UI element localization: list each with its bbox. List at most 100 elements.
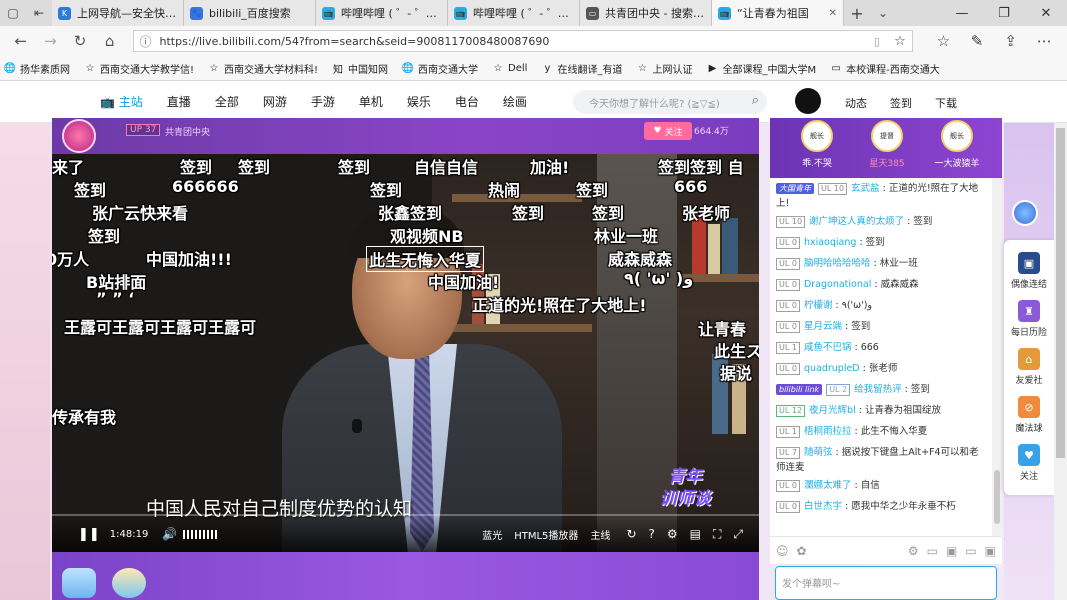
chat-username[interactable]: hxiaoqiang: [804, 237, 856, 248]
favorite-link[interactable]: ☆ 西南交通大学教学信!: [84, 61, 195, 76]
favorite-link[interactable]: ☆ Dell: [492, 62, 528, 74]
side-menu-item[interactable]: ♜ 每日历险: [1004, 300, 1054, 338]
danmaku-settings-icon[interactable]: ⚙: [667, 527, 678, 541]
close-window-button[interactable]: ✕: [1025, 0, 1067, 26]
help-icon[interactable]: ?: [649, 527, 655, 541]
minimize-button[interactable]: —: [941, 0, 983, 26]
popout-tool-icon[interactable]: ▣: [946, 544, 957, 558]
nav-download-link[interactable]: 下载: [935, 95, 957, 111]
browser-tab[interactable]: K 上网导航—安全快捷的I: [52, 0, 184, 26]
nav-link[interactable]: 网游: [263, 93, 287, 110]
favorite-link[interactable]: ▶ 全部课程_中国大学M: [706, 61, 817, 76]
search-icon[interactable]: ⌕: [752, 93, 759, 108]
browser-tab[interactable]: 📺 “让青春为祖国 ✕: [712, 0, 844, 26]
refresh-stream-icon[interactable]: ↻: [626, 527, 636, 541]
url-field[interactable]: ⓘ https://live.bilibili.com/54?from=sear…: [132, 30, 913, 52]
nav-link[interactable]: 手游: [311, 93, 335, 110]
browser-tab[interactable]: ▭ 共青团中央 - 搜索结果: [580, 0, 712, 26]
nav-checkin-link[interactable]: 签到: [890, 95, 912, 111]
browser-tab[interactable]: 📺 哔哩哔哩 ( ゜- ゜)つロ 干: [448, 0, 580, 26]
tab-actions-icon[interactable]: ▢: [0, 0, 26, 26]
guard-rank-entry[interactable]: 舰长 一大波猿羊: [924, 120, 990, 169]
favorites-hub-icon[interactable]: ☆: [927, 32, 961, 50]
chat-username[interactable]: 白世杰宇: [804, 501, 842, 512]
chat-username[interactable]: 谢广坤这人真的太烦了: [809, 216, 904, 227]
volume-slider[interactable]: [183, 529, 220, 539]
favorite-link[interactable]: y 在线翻译_有道: [541, 61, 622, 76]
favorite-link[interactable]: ▭ 本校课程-西南交通大: [830, 61, 939, 76]
player-type-selector[interactable]: HTML5播放器: [514, 527, 578, 542]
chat-username[interactable]: 脑明哈哈哈哈哈: [804, 258, 871, 269]
close-tab-icon[interactable]: ✕: [829, 8, 837, 19]
nav-link[interactable]: 全部: [215, 93, 239, 110]
potion-icon[interactable]: [112, 568, 146, 598]
chat-username[interactable]: 星月云端: [804, 321, 842, 332]
nav-link[interactable]: 单机: [359, 93, 383, 110]
nav-link[interactable]: 绘画: [503, 93, 527, 110]
chat-username[interactable]: Dragonational: [804, 279, 871, 290]
favorite-link[interactable]: 🌐 扬华素质网: [4, 61, 70, 76]
chat-username[interactable]: 梧桐雨拉拉: [804, 426, 852, 437]
forward-button[interactable]: →: [36, 32, 66, 50]
side-menu-item[interactable]: ⊘ 魔法球: [1004, 396, 1054, 434]
web-note-icon[interactable]: ✎: [960, 32, 994, 50]
side-menu-item[interactable]: ⌂ 友爱社: [1004, 348, 1054, 386]
browser-tab[interactable]: 📺 哔哩哔哩 ( ゜- ゜)つロ 干: [316, 0, 448, 26]
pause-icon[interactable]: ❚❚: [78, 527, 100, 542]
nav-home-link[interactable]: 📺 主站: [100, 93, 143, 110]
anchor-name[interactable]: 共青团中央: [165, 125, 210, 138]
line-selector[interactable]: 主线: [590, 527, 610, 542]
favorite-link[interactable]: 知中国知网: [332, 61, 388, 76]
nav-link[interactable]: 娱乐: [407, 93, 431, 110]
set-aside-tabs-icon[interactable]: ⇤: [26, 0, 52, 26]
share-icon[interactable]: ⇪: [994, 32, 1028, 50]
fullscreen-icon[interactable]: ⤢: [733, 527, 743, 542]
new-tab-button[interactable]: +: [844, 0, 870, 26]
quality-selector[interactable]: 蓝光: [482, 527, 502, 542]
chat-scrollbar-thumb[interactable]: [994, 470, 1000, 524]
chat-username[interactable]: 瀾娜太难了: [804, 480, 852, 491]
favorite-star-icon[interactable]: ☆: [894, 34, 906, 49]
nav-dynamic-link[interactable]: 动态: [845, 95, 867, 111]
danmaku-toggle-icon[interactable]: ▤: [690, 527, 701, 541]
restore-button[interactable]: ❐: [983, 0, 1025, 26]
chat-username[interactable]: quadrupleD: [804, 363, 860, 374]
guard-rank-entry[interactable]: 提督 星天385: [854, 120, 920, 169]
gift-tool-icon[interactable]: ⚙: [908, 544, 919, 558]
emoji-icon[interactable]: ☺: [776, 544, 789, 558]
clip-tool-icon[interactable]: ▣: [985, 544, 996, 558]
chat-username[interactable]: 给我留热评: [854, 384, 902, 395]
page-scrollbar-thumb[interactable]: [1056, 128, 1065, 458]
guard-rank-entry[interactable]: 舰长 乖.不哭: [784, 120, 850, 169]
reading-view-icon[interactable]: ▯: [874, 35, 880, 48]
browser-tab[interactable]: 🐾 bilibili_百度搜索: [184, 0, 316, 26]
site-search-input[interactable]: 今天你想了解什么呢? (≧▽≦) ⌕: [573, 90, 767, 114]
home-button[interactable]: ⌂: [95, 32, 125, 50]
volume-icon[interactable]: 🔊: [162, 527, 177, 541]
favorite-link[interactable]: 🌐 西南交通大学: [402, 61, 478, 76]
favorite-link[interactable]: ☆ 上网认证: [636, 61, 692, 76]
chat-username[interactable]: 玄武盐: [851, 183, 880, 194]
tab-list-chevron-icon[interactable]: ⌄: [870, 0, 896, 26]
back-button[interactable]: ←: [6, 32, 36, 50]
favorite-link[interactable]: ☆ 西南交通大学材料科!: [208, 61, 319, 76]
web-fullscreen-icon[interactable]: ⛶: [713, 527, 721, 542]
chat-username[interactable]: 夜月光辉bl: [809, 405, 856, 416]
mascot-icon[interactable]: [1012, 200, 1038, 226]
chat-username[interactable]: 随萌弦: [804, 447, 833, 458]
screen-tool-icon[interactable]: ▭: [927, 544, 938, 558]
chat-username[interactable]: 咸鱼不巴锅: [804, 342, 852, 353]
more-menu-icon[interactable]: ⋯: [1027, 32, 1061, 50]
refresh-button[interactable]: ↻: [65, 32, 95, 50]
gift-item-icon[interactable]: [62, 568, 96, 598]
live-video[interactable]: 青年 训师谈 来了 签到 签到 签到 自信自信 加油! 签到签到 自签到 666666 签到 热闹签…: [52, 154, 759, 552]
record-tool-icon[interactable]: ▭: [965, 544, 976, 558]
user-avatar[interactable]: [795, 88, 821, 114]
follow-button[interactable]: ♥ 关注: [644, 122, 692, 140]
palette-icon[interactable]: ✿: [797, 544, 807, 558]
chat-username[interactable]: 柠檬谢: [804, 300, 833, 311]
danmaku-input[interactable]: 发个弹幕呗~: [775, 566, 997, 600]
side-menu-item[interactable]: ▣ 偶像连结: [1004, 252, 1054, 290]
side-menu-item[interactable]: ♥ 关注: [1004, 444, 1054, 482]
nav-link[interactable]: 电台: [455, 93, 479, 110]
